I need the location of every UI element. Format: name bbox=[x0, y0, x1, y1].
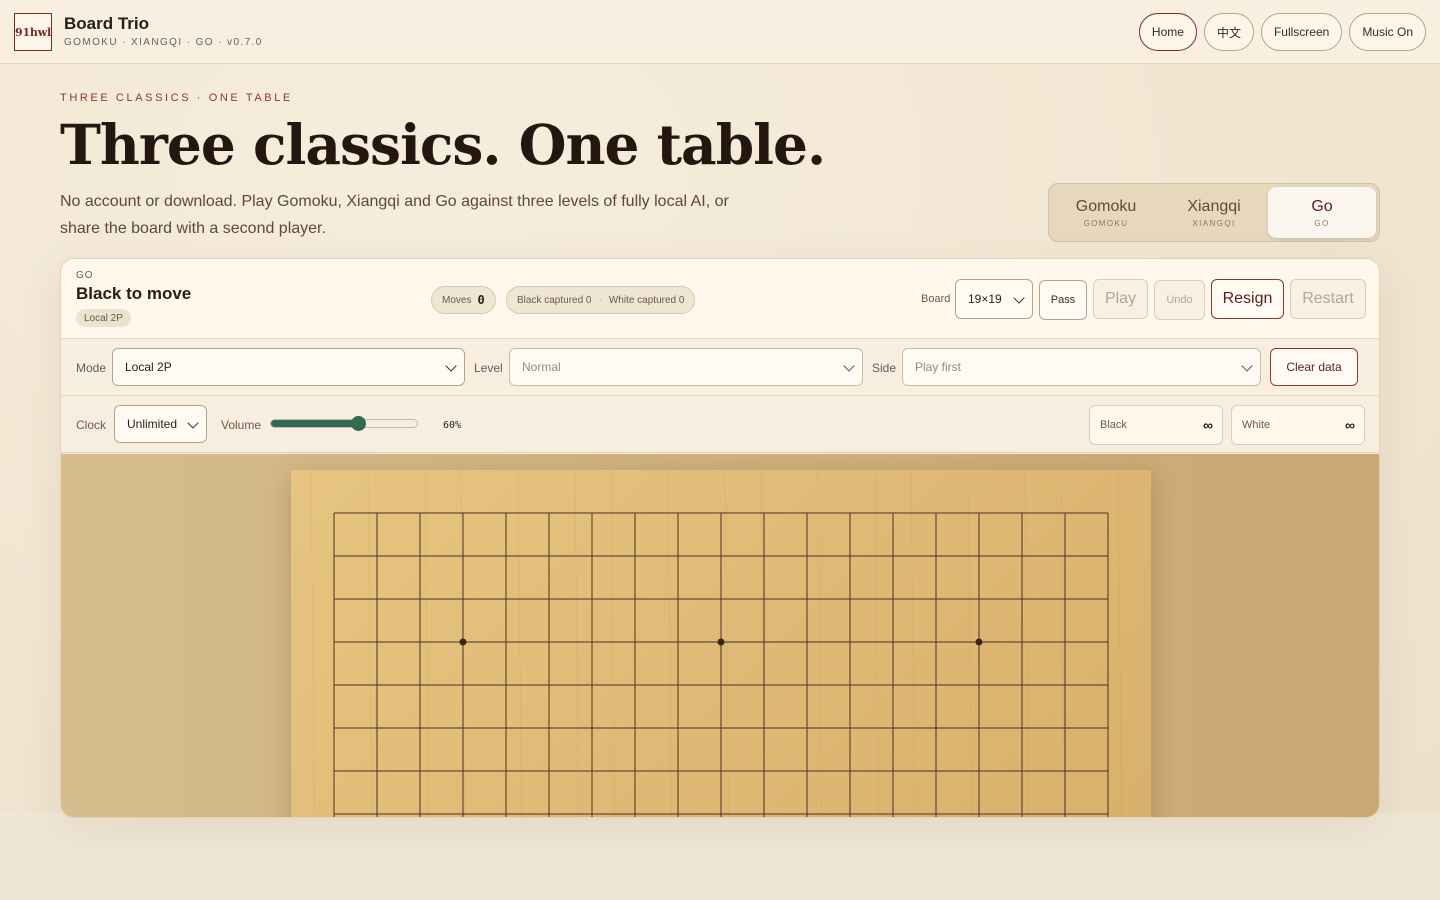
game-tab-sublabel: XIANGQI bbox=[1192, 218, 1236, 228]
star-point bbox=[717, 638, 725, 646]
clock-value: Unlimited bbox=[127, 417, 178, 431]
board-size-value: 19×19 bbox=[968, 292, 1002, 306]
side-select[interactable]: Play first bbox=[902, 348, 1261, 386]
game-tab-go[interactable]: Go GO bbox=[1268, 187, 1376, 238]
wood-grain bbox=[1060, 470, 1066, 817]
white-clock: White ∞ bbox=[1231, 405, 1365, 445]
game-panel: GO Black to move Local 2P Moves 0 Black … bbox=[60, 258, 1380, 818]
language-button[interactable]: 中文 bbox=[1203, 13, 1254, 51]
volume-slider[interactable] bbox=[270, 416, 418, 431]
game-tab-label: Xiangqi bbox=[1187, 197, 1241, 215]
resign-button[interactable]: Resign bbox=[1211, 279, 1284, 319]
chevron-down-icon bbox=[843, 360, 855, 372]
mode-value: Local 2P bbox=[125, 360, 172, 374]
logo[interactable]: 91hwl bbox=[14, 13, 52, 51]
fullscreen-button[interactable]: Fullscreen bbox=[1260, 13, 1343, 51]
white-clock-label: White bbox=[1242, 419, 1271, 431]
black-clock-label: Black bbox=[1100, 419, 1127, 431]
wood-grain bbox=[1024, 470, 1030, 817]
wood-grain bbox=[874, 470, 880, 817]
volume-label: Volume bbox=[221, 418, 262, 432]
clock-label: Clock bbox=[76, 418, 107, 432]
white-captured: White captured 0 bbox=[608, 294, 685, 306]
board-size-label: Board bbox=[921, 293, 951, 305]
restart-button[interactable]: Restart bbox=[1290, 279, 1366, 319]
board-size-select[interactable]: 19×19 bbox=[955, 279, 1033, 319]
game-switch: Gomoku GOMOKU Xiangqi XIANGQI Go GO bbox=[1048, 183, 1380, 242]
board-area bbox=[61, 454, 1379, 818]
undo-button[interactable]: Undo bbox=[1154, 280, 1205, 320]
game-tab-xiangqi[interactable]: Xiangqi XIANGQI bbox=[1160, 187, 1268, 238]
chevron-down-icon bbox=[187, 417, 199, 429]
wood-grain bbox=[910, 470, 916, 817]
hero-eyebrow: THREE CLASSICS · ONE TABLE bbox=[60, 92, 293, 104]
clear-data-button[interactable]: Clear data bbox=[1270, 348, 1358, 386]
wood-grain bbox=[667, 470, 673, 817]
volume-slider-thumb[interactable] bbox=[350, 416, 366, 431]
brand-title: Board Trio bbox=[64, 14, 150, 33]
level-select[interactable]: Normal bbox=[509, 348, 863, 386]
game-tab-sublabel: GO bbox=[1314, 218, 1330, 228]
wood-grain bbox=[517, 470, 523, 817]
game-tab-label: Gomoku bbox=[1075, 197, 1137, 215]
pass-button[interactable]: Pass bbox=[1039, 280, 1087, 320]
top-bar: 91hwl Board Trio GOMOKU · XIANGQI · GO ·… bbox=[0, 0, 1440, 64]
captures-counter: Black captured 0 · White captured 0 bbox=[506, 286, 696, 314]
moves-label: Moves bbox=[442, 294, 472, 306]
hero-title: Three classics. One table. bbox=[60, 112, 826, 177]
chevron-down-icon bbox=[1241, 360, 1253, 372]
wood-grain bbox=[967, 470, 973, 817]
separator-dot: · bbox=[598, 294, 602, 306]
chevron-down-icon bbox=[1013, 292, 1025, 304]
play-button[interactable]: Play bbox=[1093, 279, 1148, 319]
wood-grain bbox=[574, 470, 580, 817]
black-clock: Black ∞ bbox=[1089, 405, 1223, 445]
wood-grain bbox=[724, 470, 730, 817]
status-bar: GO Black to move Local 2P Moves 0 Black … bbox=[61, 259, 1379, 339]
mode-select[interactable]: Local 2P bbox=[112, 348, 465, 386]
wood-grain bbox=[367, 470, 373, 817]
game-tab-gomoku[interactable]: Gomoku GOMOKU bbox=[1052, 187, 1160, 238]
white-clock-value: ∞ bbox=[1345, 417, 1355, 433]
star-point bbox=[975, 638, 983, 646]
game-tag: GO bbox=[76, 270, 94, 281]
side-label: Side bbox=[872, 361, 897, 375]
moves-counter: Moves 0 bbox=[431, 286, 496, 314]
level-value: Normal bbox=[522, 360, 561, 374]
game-tab-label: Go bbox=[1311, 197, 1333, 215]
page-footer-area bbox=[0, 813, 1440, 900]
black-clock-value: ∞ bbox=[1203, 417, 1213, 433]
chevron-down-icon bbox=[445, 360, 457, 372]
music-toggle-button[interactable]: Music On bbox=[1349, 13, 1426, 51]
home-button[interactable]: Home bbox=[1138, 13, 1197, 51]
wood-grain bbox=[817, 470, 823, 817]
top-nav: Home 中文 Fullscreen Music On bbox=[1138, 13, 1426, 51]
wood-grain bbox=[310, 470, 316, 817]
clock-select[interactable]: Unlimited bbox=[114, 405, 207, 443]
black-captured: Black captured 0 bbox=[517, 294, 592, 306]
clock-volume-row: Clock Unlimited Volume 60% Black ∞ White… bbox=[61, 396, 1379, 453]
wood-grain bbox=[610, 470, 616, 817]
side-value: Play first bbox=[915, 360, 962, 374]
wood-grain bbox=[424, 470, 430, 817]
volume-slider-fill bbox=[271, 420, 359, 427]
go-board[interactable] bbox=[291, 470, 1151, 818]
level-label: Level bbox=[474, 361, 503, 375]
go-board-grid[interactable] bbox=[291, 470, 1151, 818]
turn-indicator: Black to move bbox=[76, 284, 192, 303]
wood-grain bbox=[1117, 470, 1123, 817]
mode-label: Mode bbox=[76, 361, 107, 375]
game-tab-sublabel: GOMOKU bbox=[1083, 218, 1129, 228]
volume-value: 60% bbox=[443, 420, 462, 431]
moves-value: 0 bbox=[477, 293, 485, 307]
star-point bbox=[459, 638, 467, 646]
settings-row: Mode Local 2P Level Normal Side Play fir… bbox=[61, 339, 1379, 396]
brand-subtitle: GOMOKU · XIANGQI · GO · v0.7.0 bbox=[64, 37, 263, 48]
hero-description: No account or download. Play Gomoku, Xia… bbox=[60, 193, 729, 237]
mode-chip: Local 2P bbox=[76, 309, 131, 327]
